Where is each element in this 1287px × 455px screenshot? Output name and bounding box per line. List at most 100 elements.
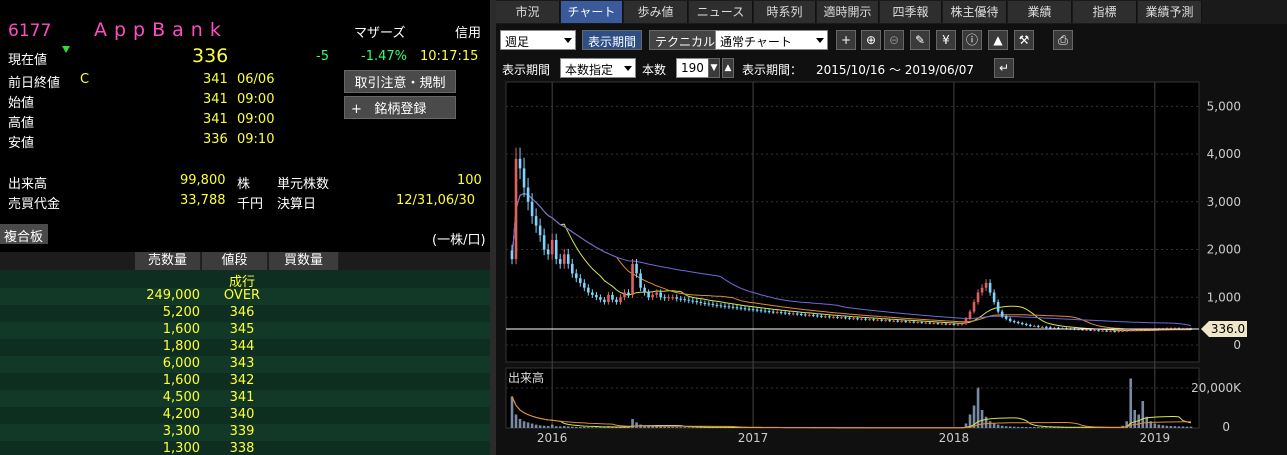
price-chart[interactable]: 5,000 4,000 3,000 2,000 1,000 0 2016 2017 2018 20… (496, 0, 1287, 455)
order-book-row[interactable]: 4,500 341 (0, 390, 490, 407)
candle-body (848, 317, 851, 319)
candle-body (558, 259, 562, 264)
candle-body (1041, 326, 1044, 328)
volume-bar (679, 427, 683, 428)
current-price-tag-label: 336.0 (1211, 322, 1245, 336)
volume-bar (562, 425, 566, 428)
candle-body (1000, 311, 1004, 317)
candle-body (932, 323, 936, 325)
candle-body (779, 312, 783, 314)
candle-body (832, 316, 835, 318)
candle-body (691, 300, 695, 302)
candle-body (1133, 330, 1137, 332)
quote-panel: 6177 AppBank マザーズ 信用 現在値 336 -5 -1.47% 1… (0, 0, 490, 455)
open-time: 09:00 (237, 92, 275, 107)
candle-body (667, 297, 670, 299)
candle-body (1024, 323, 1028, 325)
candle-body (591, 292, 594, 295)
volume-bar (1020, 426, 1024, 428)
sell-qty: 1,300 (162, 441, 200, 455)
year-tick-label: 2017 (738, 431, 769, 445)
order-price: 344 (229, 339, 255, 354)
volume-bar (1141, 401, 1145, 428)
order-price: 345 (229, 322, 255, 337)
volume-bar (570, 426, 574, 428)
candle-body (723, 305, 727, 307)
open-value: 341 (203, 92, 228, 107)
volume-bar (996, 424, 1000, 428)
order-book-row[interactable]: 成行 (0, 271, 490, 290)
order-book-row[interactable]: 3,300 339 (0, 424, 490, 441)
order-book-row[interactable]: 1,300 338 (0, 441, 490, 455)
sell-qty: 1,600 (162, 322, 200, 337)
volume-bar (1153, 423, 1157, 428)
candle-body (1125, 330, 1128, 332)
order-book-row[interactable]: 249,000 OVER (0, 288, 490, 305)
sell-qty: 249,000 (146, 288, 200, 303)
market-label: マザーズ (354, 26, 406, 41)
volume-bar (1045, 427, 1048, 428)
candle-body (996, 302, 1000, 312)
price-tick-label: 1,000 (1207, 290, 1241, 304)
candle-body (574, 273, 578, 279)
margin-label: 信用 (455, 26, 482, 41)
order-book-row[interactable]: 6,000 343 (0, 356, 490, 373)
volume-bar (518, 419, 522, 428)
candle-body (808, 314, 811, 316)
candle-body (803, 314, 807, 316)
candle-body (755, 309, 759, 311)
composite-board-button[interactable]: 複合板 (0, 224, 48, 245)
volume-bar (1037, 427, 1040, 428)
trade-rules-button[interactable]: 取引注意・規制 (344, 70, 456, 93)
volume-bar (1177, 426, 1181, 428)
sell-qty: 3,300 (162, 424, 200, 439)
volume-tick-label: 20,000K (1191, 381, 1242, 395)
candle-body (711, 303, 715, 305)
candle-body (647, 292, 650, 298)
volume-bar (1129, 378, 1133, 428)
volume-bar (1185, 426, 1189, 428)
volume-bar (526, 422, 530, 428)
volume-bar (683, 427, 687, 428)
order-book-row[interactable]: 5,200 346 (0, 305, 490, 322)
order-book-row[interactable]: 4,200 340 (0, 407, 490, 424)
order-book-row[interactable]: 1,800 344 (0, 339, 490, 356)
candle-body (920, 322, 924, 324)
volume-value: 99,800 (180, 173, 226, 188)
register-stock-button[interactable]: + 銘柄登録 (344, 96, 456, 119)
volume-bar (671, 427, 675, 428)
low-label: 安値 (8, 136, 35, 151)
candle-body (791, 313, 795, 315)
sell-qty: 1,600 (162, 373, 200, 388)
order-price: 339 (229, 424, 255, 439)
low-value: 336 (203, 132, 228, 147)
volume-bar (1012, 426, 1016, 428)
volume-bar (1161, 425, 1165, 428)
candle-body (1008, 318, 1012, 322)
order-book-row[interactable]: 1,600 342 (0, 373, 490, 390)
candle-body (868, 319, 871, 321)
candle-body (876, 319, 879, 321)
volume-bar (1157, 424, 1161, 428)
candle-body (1097, 330, 1100, 332)
candle-body (1032, 325, 1036, 327)
candle-body (599, 297, 602, 300)
volume-label: 出来高 (8, 177, 48, 192)
candle-body (976, 292, 980, 303)
volume-bar (1004, 426, 1008, 428)
high-time: 09:00 (237, 112, 275, 127)
volume-bar (542, 425, 546, 428)
price-time: 10:17:15 (420, 49, 479, 64)
prev-close-date: 06/06 (237, 72, 275, 87)
volume-bar (599, 427, 602, 428)
volume-bar (538, 425, 542, 428)
candle-body (856, 318, 859, 320)
candle-body (707, 303, 711, 305)
price-change-pct: -1.47% (361, 49, 407, 64)
plus-icon: + (351, 102, 362, 117)
order-book-row[interactable]: 1,600 345 (0, 322, 490, 339)
candle-body (554, 239, 558, 260)
volume-bar (595, 427, 598, 428)
volume-bar (992, 423, 996, 428)
candle-body (771, 311, 775, 313)
